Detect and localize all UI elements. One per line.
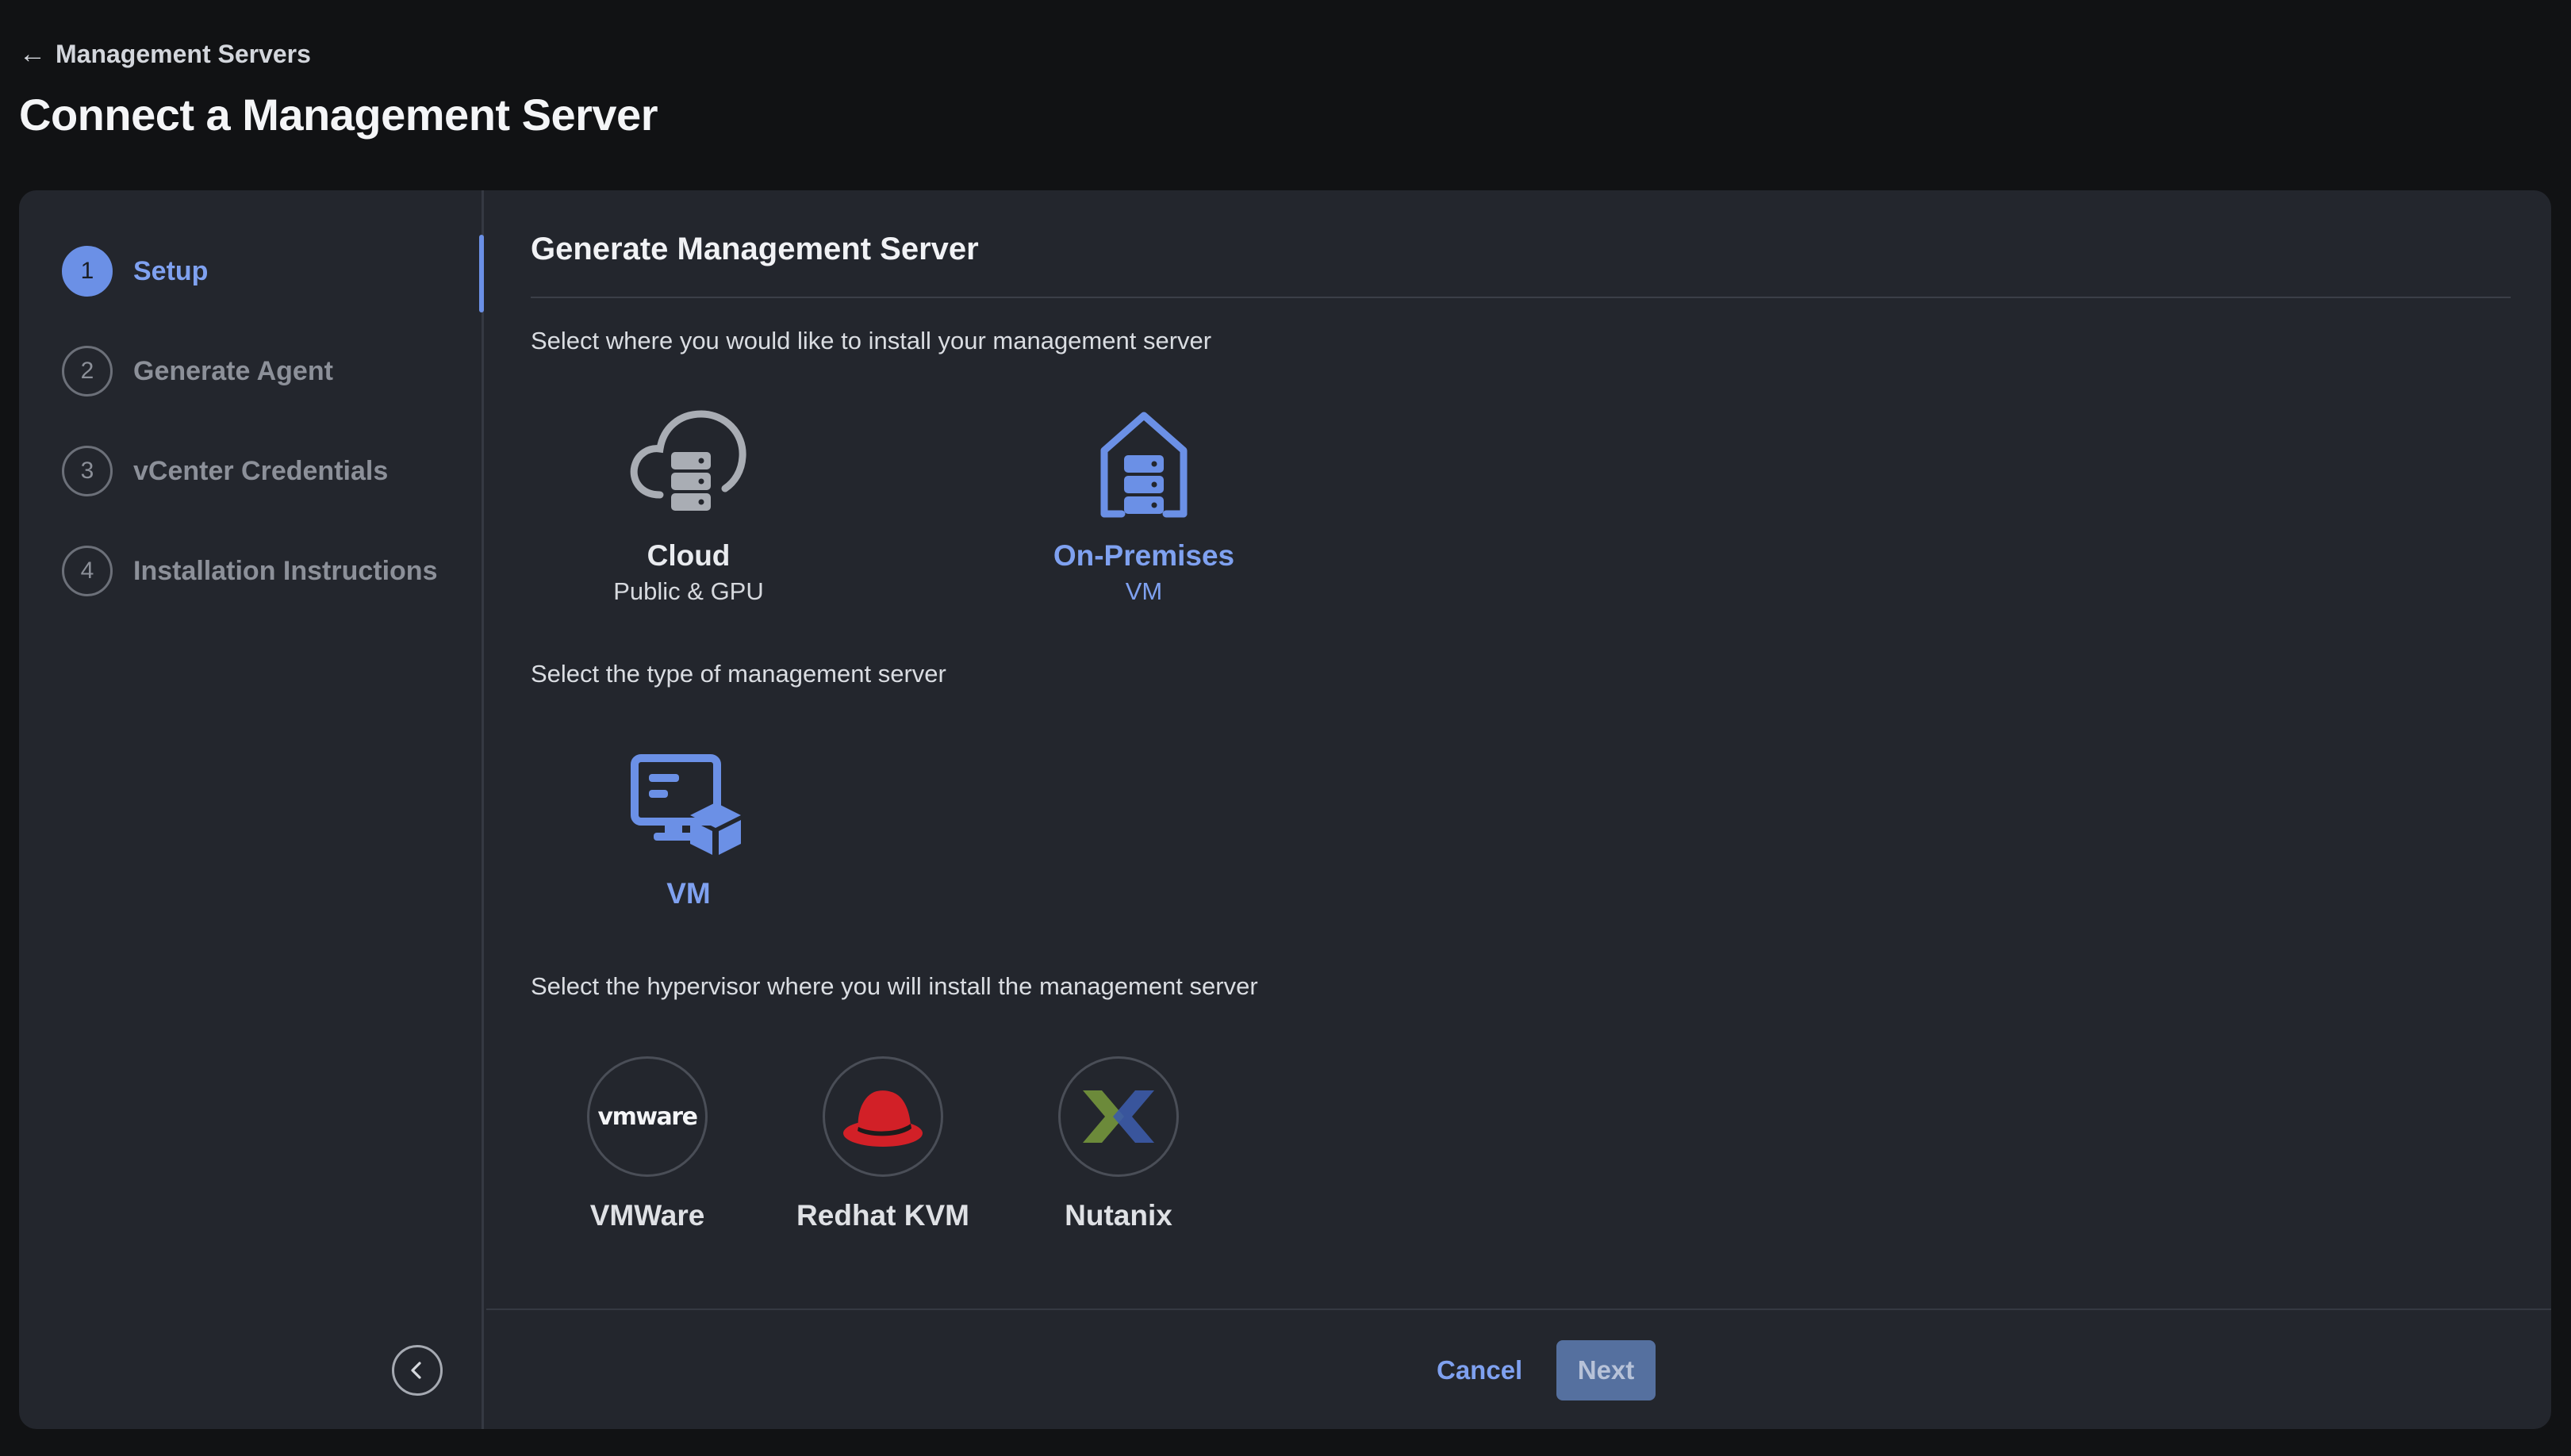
wizard-card: 1 Setup 2 Generate Agent 3 vCenter Crede… [19,190,2551,1429]
arrow-left-icon: ← [19,39,46,69]
back-link-label: Management Servers [56,39,311,68]
page-title: Connect a Management Server [19,90,658,140]
wizard-steps-sidebar: 1 Setup 2 Generate Agent 3 vCenter Crede… [19,190,484,1429]
step-label: Setup [133,255,209,286]
option-on-premises[interactable]: On-Premises VM [1041,406,1247,606]
wizard-main-panel: Generate Management Server Select where … [486,190,2551,1429]
hypervisor-vmware[interactable]: vmware VMWare [544,1056,750,1232]
option-cloud[interactable]: Cloud Public & GPU [585,406,792,606]
active-step-indicator [479,235,484,312]
collapse-sidebar-button[interactable] [392,1345,443,1396]
step-label: Installation Instructions [133,555,438,586]
vm-icon [631,754,741,855]
hypervisor-label: Nutanix [1065,1199,1172,1232]
install-location-prompt: Select where you would like to install y… [531,327,1212,354]
cancel-button[interactable]: Cancel [1421,1342,1538,1399]
hypervisor-label: VMWare [589,1199,705,1232]
section-divider [531,297,2511,298]
step-number-badge: 1 [62,246,113,297]
next-button[interactable]: Next [1556,1340,1656,1400]
step-label: Generate Agent [133,355,333,386]
hypervisor-redhat-kvm[interactable]: Redhat KVM [780,1056,986,1232]
step-generate-agent[interactable]: 2 Generate Agent [62,345,333,397]
hypervisor-label: Redhat KVM [796,1199,969,1232]
vmware-logo-text: vmware [597,1102,698,1131]
cloud-server-icon [630,410,746,511]
step-vcenter-credentials[interactable]: 3 vCenter Credentials [62,445,388,497]
nutanix-x-icon [1083,1090,1154,1143]
step-label: vCenter Credentials [133,455,389,486]
option-subtitle: VM [1125,577,1163,605]
option-vm[interactable]: VM [585,750,792,910]
option-title: On-Premises [1053,539,1235,572]
section-title: Generate Management Server [531,232,979,266]
back-link-management-servers[interactable]: ← Management Servers [19,35,311,73]
option-title: VM [666,877,711,910]
step-installation-instructions[interactable]: 4 Installation Instructions [62,545,437,597]
step-number-badge: 2 [62,346,113,397]
hypervisor-prompt: Select the hypervisor where you will ins… [531,972,1258,1000]
hypervisor-nutanix[interactable]: Nutanix [1015,1056,1222,1232]
option-title: Cloud [647,539,731,572]
chevron-left-icon [411,1362,421,1379]
redhat-hat-icon [843,1090,923,1147]
step-setup[interactable]: 1 Setup [62,245,208,297]
step-number-badge: 4 [62,546,113,596]
step-number-badge: 3 [62,446,113,496]
redhat-logo [823,1056,943,1177]
vmware-logo: vmware [587,1056,708,1177]
option-subtitle: Public & GPU [613,577,764,605]
house-server-icon [1100,412,1188,518]
server-type-prompt: Select the type of management server [531,660,946,688]
footer-divider [486,1308,2551,1310]
nutanix-logo [1058,1056,1179,1177]
